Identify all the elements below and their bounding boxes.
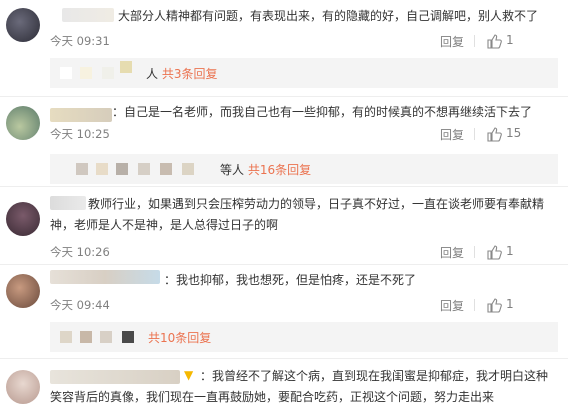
- replier-avatar[interactable]: [60, 331, 72, 343]
- comment-text: ：我曾经不了解这个病，直到现在我闺蜜是抑郁症，我才明白这种笑容背后的真像，我们现…: [50, 369, 549, 404]
- divider: [0, 186, 568, 187]
- comment-text: 大部分人精神都有问题，有表现出来，有的隐藏的好，自己调解吧，别人救不了: [118, 9, 539, 23]
- comment-text: ：自己是一名老师，而我自己也有一些抑郁，有的时候真的不想再继续活下去了: [112, 105, 533, 119]
- comment-time: 今天 09:31: [50, 34, 110, 48]
- divider: [0, 96, 568, 97]
- username-blurred[interactable]: [50, 108, 112, 122]
- avatar[interactable]: [6, 370, 40, 404]
- replier-avatar[interactable]: [96, 163, 108, 175]
- avatar[interactable]: [6, 8, 40, 42]
- replier-avatar[interactable]: [122, 331, 134, 343]
- replies-suffix: 人: [146, 67, 159, 81]
- username-blurred[interactable]: [50, 270, 160, 284]
- comment-time: 今天 09:44: [50, 298, 110, 312]
- replier-avatar[interactable]: [80, 331, 92, 343]
- replies-summary: 共10条回复: [148, 329, 211, 346]
- replies-box: 共10条回复: [50, 322, 558, 352]
- like-count: 15: [506, 126, 522, 140]
- thumbs-up-icon[interactable]: [486, 33, 502, 49]
- username-blurred[interactable]: [62, 8, 114, 22]
- replier-avatar[interactable]: [102, 67, 114, 79]
- replier-avatar[interactable]: [60, 67, 72, 79]
- replier-avatar[interactable]: [120, 61, 132, 73]
- replies-summary: 人 共3条回复: [146, 65, 217, 82]
- action-divider: [474, 35, 475, 47]
- comment-text: ：我也抑郁，我也想死，但是怕疼，还是不死了: [164, 273, 417, 287]
- replier-avatar[interactable]: [182, 163, 194, 175]
- avatar[interactable]: [6, 202, 40, 236]
- action-divider: [474, 246, 475, 258]
- like-count: 1: [506, 33, 514, 47]
- reply-button[interactable]: 回复: [440, 244, 464, 261]
- replies-summary: 等人 共16条回复: [220, 161, 311, 178]
- comment-actions: 回复 1: [440, 244, 560, 260]
- reply-button[interactable]: 回复: [440, 297, 464, 314]
- replies-suffix: 等人: [220, 163, 245, 177]
- comment-actions: 回复 15: [440, 126, 560, 142]
- action-divider: [474, 299, 475, 311]
- avatar[interactable]: [6, 274, 40, 308]
- reply-button[interactable]: 回复: [440, 33, 464, 50]
- thumbs-up-icon[interactable]: [486, 244, 502, 260]
- replies-box: 人 共3条回复: [50, 58, 558, 88]
- comment-actions: 回复 1: [440, 33, 560, 49]
- replier-avatar[interactable]: [116, 163, 128, 175]
- replier-avatar[interactable]: [76, 163, 88, 175]
- thumbs-up-icon[interactable]: [486, 297, 502, 313]
- action-divider: [474, 128, 475, 140]
- view-replies-link[interactable]: 共16条回复: [248, 163, 311, 177]
- like-count: 1: [506, 297, 514, 311]
- comment-time: 今天 10:25: [50, 127, 110, 141]
- divider: [0, 358, 568, 359]
- replier-avatar[interactable]: [80, 67, 92, 79]
- view-replies-link[interactable]: 共10条回复: [148, 331, 211, 345]
- comment-text: 教师行业，如果遇到只会压榨劳动力的领导，日子真不好过，一直在谈老师要有奉献精神，…: [50, 197, 545, 232]
- replier-avatar[interactable]: [160, 163, 172, 175]
- comment-time: 今天 10:26: [50, 245, 110, 259]
- comment-actions: 回复 1: [440, 297, 560, 313]
- replier-avatar[interactable]: [138, 163, 150, 175]
- divider: [0, 264, 568, 265]
- replier-avatar[interactable]: [100, 331, 112, 343]
- view-replies-link[interactable]: 共3条回复: [162, 67, 218, 81]
- thumbs-up-icon[interactable]: [486, 126, 502, 142]
- avatar[interactable]: [6, 106, 40, 140]
- like-count: 1: [506, 244, 514, 258]
- replies-box: 等人 共16条回复: [50, 154, 558, 184]
- reply-button[interactable]: 回复: [440, 126, 464, 143]
